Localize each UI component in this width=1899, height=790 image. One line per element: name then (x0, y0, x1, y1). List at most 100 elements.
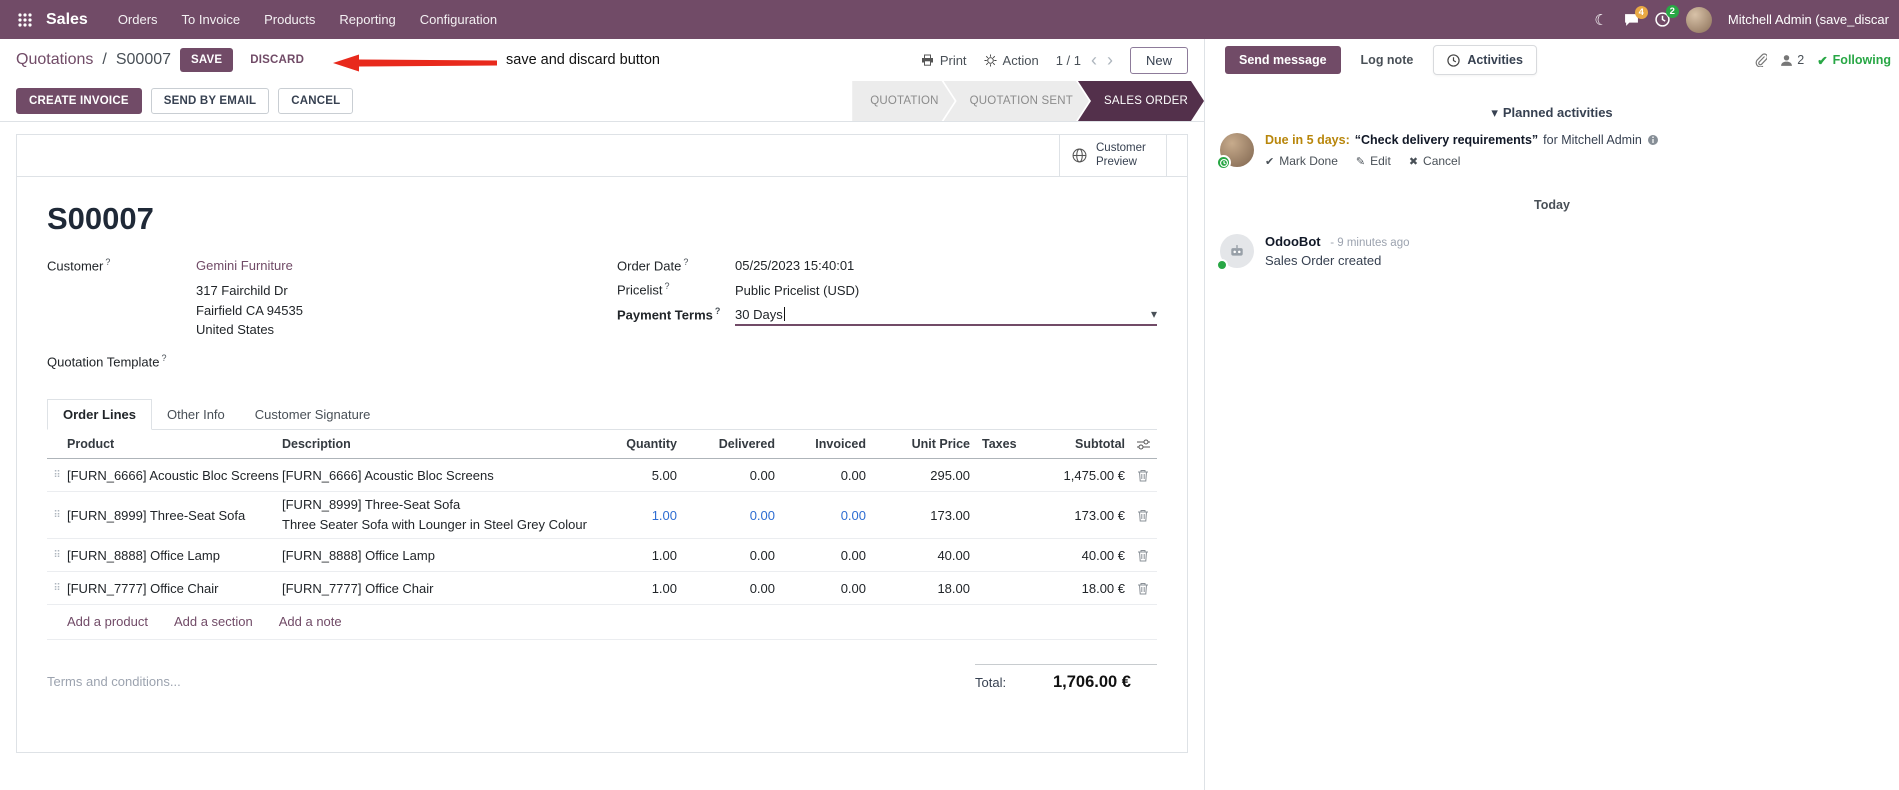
main-menu: Orders To Invoice Products Reporting Con… (106, 0, 509, 39)
cell-product[interactable]: [FURN_6666] Acoustic Bloc Screens (67, 468, 282, 483)
app-brand[interactable]: Sales (46, 11, 88, 29)
pricelist-field[interactable]: Public Pricelist (USD) (735, 283, 1157, 298)
cell-delivered[interactable]: 0.00 (681, 468, 779, 483)
cell-delivered[interactable]: 0.00 (681, 581, 779, 596)
col-taxes[interactable]: Taxes (974, 437, 1026, 451)
mark-done-button[interactable]: ✔ Mark Done (1265, 154, 1338, 168)
apps-grid-icon[interactable] (10, 12, 40, 27)
followers-button[interactable]: 2 (1780, 53, 1804, 67)
breadcrumb-quotations[interactable]: Quotations (16, 51, 93, 69)
cell-unit-price[interactable]: 173.00 (870, 508, 974, 523)
cell-product[interactable]: [FURN_7777] Office Chair (67, 581, 282, 596)
terms-placeholder[interactable]: Terms and conditions... (47, 664, 181, 692)
collapse-caret-icon[interactable]: ▾ (1491, 105, 1498, 120)
cell-description[interactable]: [FURN_7777] Office Chair (282, 581, 609, 596)
user-avatar[interactable] (1685, 6, 1712, 33)
text-cursor (783, 307, 785, 322)
menu-products[interactable]: Products (252, 0, 327, 39)
menu-orders[interactable]: Orders (106, 0, 170, 39)
attachments-icon[interactable] (1755, 53, 1768, 67)
edit-activity-button[interactable]: ✎ Edit (1356, 154, 1391, 168)
save-button[interactable]: SAVE (180, 48, 234, 72)
drag-handle-icon[interactable]: ⠿ (47, 510, 67, 521)
col-unit-price[interactable]: Unit Price (870, 437, 974, 451)
state-quotation-sent[interactable]: QUOTATION SENT (944, 81, 1089, 121)
col-subtotal[interactable]: Subtotal (1026, 437, 1129, 451)
pager-previous-icon[interactable]: ‹ (1091, 51, 1097, 69)
order-date-field[interactable]: 05/25/2023 15:40:01 (735, 258, 1157, 273)
col-quantity[interactable]: Quantity (609, 437, 681, 451)
messages-icon[interactable]: 4 (1624, 5, 1648, 27)
column-settings-icon[interactable] (1129, 439, 1157, 450)
notebook-tabs: Order Lines Other Info Customer Signatur… (47, 399, 1157, 431)
state-quotation[interactable]: QUOTATION (852, 81, 954, 121)
send-message-button[interactable]: Send message (1225, 46, 1341, 74)
menu-reporting[interactable]: Reporting (327, 0, 407, 39)
activities-clock-icon[interactable]: 2 (1655, 5, 1679, 27)
cell-invoiced[interactable]: 0.00 (779, 548, 870, 563)
user-menu[interactable]: Mitchell Admin (save_discar (1728, 12, 1889, 27)
send-by-email-button[interactable]: SEND BY EMAIL (150, 88, 270, 114)
cell-description[interactable]: [FURN_6666] Acoustic Bloc Screens (282, 468, 609, 483)
cell-product[interactable]: [FURN_8999] Three-Seat Sofa (67, 508, 282, 523)
payment-terms-field[interactable]: 30 Days ▾ (735, 307, 1157, 326)
cell-delivered[interactable]: 0.00 (681, 548, 779, 563)
info-icon[interactable] (1647, 134, 1659, 146)
pager-next-icon[interactable]: › (1107, 51, 1113, 69)
customer-link[interactable]: Gemini Furniture (196, 258, 293, 273)
cell-quantity[interactable]: 5.00 (609, 468, 681, 483)
menu-to-invoice[interactable]: To Invoice (170, 0, 253, 39)
col-product[interactable]: Product (67, 437, 282, 451)
create-invoice-button[interactable]: CREATE INVOICE (16, 88, 142, 114)
cell-unit-price[interactable]: 40.00 (870, 548, 974, 563)
table-footer-links: Add a product Add a section Add a note (47, 605, 1157, 641)
dropdown-caret-icon[interactable]: ▾ (1151, 307, 1157, 321)
delete-row-icon[interactable] (1129, 509, 1157, 522)
drag-handle-icon[interactable]: ⠿ (47, 470, 67, 481)
col-invoiced[interactable]: Invoiced (779, 437, 870, 451)
tab-other-info[interactable]: Other Info (152, 399, 240, 429)
following-button[interactable]: ✔ Following (1817, 53, 1891, 68)
cell-description[interactable]: [FURN_8999] Three-Seat Sofa Three Seater… (282, 495, 609, 535)
tab-order-lines[interactable]: Order Lines (47, 399, 152, 431)
log-note-button[interactable]: Log note (1361, 53, 1414, 67)
cell-unit-price[interactable]: 295.00 (870, 468, 974, 483)
cross-icon: ✖ (1408, 155, 1419, 168)
new-button[interactable]: New (1129, 46, 1188, 74)
cell-quantity[interactable]: 1.00 (609, 581, 681, 596)
add-a-section-link[interactable]: Add a section (174, 614, 253, 629)
add-a-product-link[interactable]: Add a product (67, 614, 148, 629)
drag-handle-icon[interactable]: ⠿ (47, 583, 67, 594)
cancel-activity-button[interactable]: ✖ Cancel (1409, 154, 1461, 168)
activities-button[interactable]: Activities (1433, 45, 1537, 75)
discard-button[interactable]: DISCARD (242, 48, 312, 72)
pager-count[interactable]: 1 / 1 (1056, 53, 1081, 68)
customer-preview-button[interactable]: Customer Preview (1059, 135, 1167, 176)
tab-customer-signature[interactable]: Customer Signature (240, 399, 386, 429)
message-timestamp: - 9 minutes ago (1330, 237, 1410, 249)
drag-handle-icon[interactable]: ⠿ (47, 550, 67, 561)
menu-configuration[interactable]: Configuration (408, 0, 509, 39)
cancel-button[interactable]: CANCEL (278, 88, 354, 114)
cell-quantity[interactable]: 1.00 (609, 508, 681, 523)
cell-product[interactable]: [FURN_8888] Office Lamp (67, 548, 282, 563)
cell-unit-price[interactable]: 18.00 (870, 581, 974, 596)
planned-activities-header[interactable]: ▾ Planned activities (1205, 105, 1899, 121)
cell-invoiced[interactable]: 0.00 (779, 468, 870, 483)
cell-description[interactable]: [FURN_8888] Office Lamp (282, 548, 609, 563)
cell-delivered[interactable]: 0.00 (681, 508, 779, 523)
add-a-note-link[interactable]: Add a note (279, 614, 342, 629)
cell-invoiced[interactable]: 0.00 (779, 508, 870, 523)
delete-row-icon[interactable] (1129, 469, 1157, 482)
cell-invoiced[interactable]: 0.00 (779, 581, 870, 596)
delete-row-icon[interactable] (1129, 582, 1157, 595)
col-description[interactable]: Description (282, 437, 609, 451)
delete-row-icon[interactable] (1129, 549, 1157, 562)
cell-quantity[interactable]: 1.00 (609, 548, 681, 563)
col-delivered[interactable]: Delivered (681, 437, 779, 451)
dark-mode-icon[interactable]: ☾ (1594, 11, 1607, 29)
print-button[interactable]: Print (921, 53, 967, 68)
state-sales-order[interactable]: SALES ORDER (1078, 81, 1204, 121)
message-author[interactable]: OdooBot (1265, 234, 1321, 249)
action-button[interactable]: Action (984, 53, 1039, 68)
